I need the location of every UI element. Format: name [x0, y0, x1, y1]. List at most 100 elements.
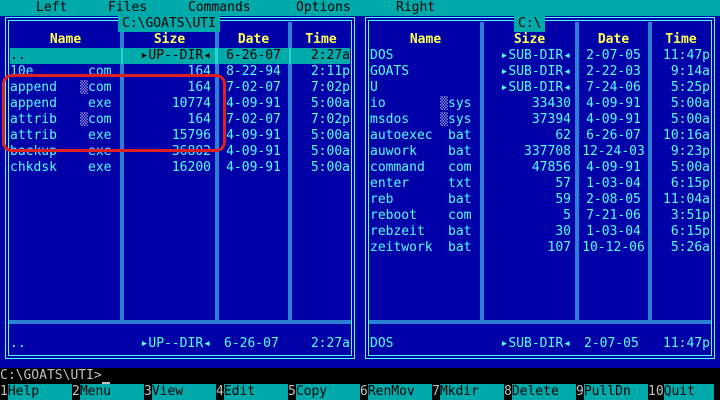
- left-panel[interactable]: C:\GOATS\UTI Name Size Date Time .. ▸UP--…: [4, 16, 356, 360]
- file-ext: exe: [88, 160, 112, 175]
- file-size: 337708: [524, 144, 571, 159]
- status-time: 2:27a: [310, 336, 350, 351]
- menu-commands[interactable]: Commands: [188, 0, 251, 16]
- file-time: 5:00a: [670, 112, 710, 127]
- col-header-time[interactable]: Time: [651, 32, 711, 48]
- marker-icon: ▒: [80, 80, 88, 95]
- file-name: GOATS: [370, 64, 410, 79]
- fkey-label: View: [151, 384, 216, 400]
- fkey-number: 7: [432, 384, 440, 399]
- file-ext: txt: [448, 176, 472, 191]
- menu-right[interactable]: Right: [396, 0, 435, 16]
- left-panel-title: C:\GOATS\UTI: [118, 16, 220, 32]
- file-ext: com: [448, 208, 472, 223]
- right-panel[interactable]: C:\ Name Size Date Time DOS ▸SUB-DIR◂ 2-07…: [364, 16, 716, 360]
- file-date: 7-02-07: [226, 80, 281, 95]
- fkey-number: 4: [216, 384, 224, 399]
- file-size: 5: [563, 208, 571, 223]
- menu-options[interactable]: Options: [296, 0, 351, 16]
- file-size: 30: [555, 224, 571, 239]
- col-header-date[interactable]: Date: [218, 32, 289, 48]
- marker-icon: ▒: [80, 112, 88, 127]
- col-header-name[interactable]: Name: [370, 32, 481, 48]
- file-size: 164: [187, 112, 211, 127]
- col-header-size[interactable]: Size: [123, 32, 216, 48]
- fkey-view[interactable]: 3View: [144, 384, 216, 400]
- col-header-name[interactable]: Name: [10, 32, 121, 48]
- file-ext: exe: [88, 96, 112, 111]
- file-ext: exe: [88, 144, 112, 159]
- file-date: 7-24-06: [586, 80, 641, 95]
- file-time: 9:23p: [670, 144, 710, 159]
- status-name: DOS: [370, 336, 394, 351]
- fkey-label: PullDn: [583, 384, 648, 400]
- file-size: 62: [555, 128, 571, 143]
- marker-icon: ▒: [440, 96, 448, 111]
- fkey-copy[interactable]: 5Copy: [288, 384, 360, 400]
- file-size: ▸SUB-DIR◂: [500, 48, 571, 63]
- fkey-mkdir[interactable]: 7Mkdir: [432, 384, 504, 400]
- file-time: 5:00a: [310, 96, 350, 111]
- file-size: 16200: [171, 160, 211, 175]
- fkey-delete[interactable]: 8Delete: [504, 384, 576, 400]
- status-size: ▸UP--DIR◂: [140, 336, 211, 351]
- fkey-menu[interactable]: 2Menu: [72, 384, 144, 400]
- file-date: 1-03-04: [586, 224, 641, 239]
- file-name: U: [370, 80, 378, 95]
- file-date: 7-21-06: [586, 208, 641, 223]
- fkey-help[interactable]: 1Help: [0, 384, 72, 400]
- file-name: zeitwork: [370, 240, 433, 255]
- right-panel-title: C:\: [514, 16, 546, 32]
- file-ext: bat: [448, 240, 472, 255]
- fkey-quit[interactable]: 10Quit: [648, 384, 714, 400]
- fkey-edit[interactable]: 4Edit: [216, 384, 288, 400]
- fkey-label: Quit: [663, 384, 714, 400]
- file-size: 47856: [531, 160, 571, 175]
- file-time: 2:27a: [291, 48, 350, 64]
- fkey-number: 6: [360, 384, 368, 399]
- fkey-label: Delete: [511, 384, 576, 400]
- file-ext: com: [448, 160, 472, 175]
- file-name: ..: [10, 48, 88, 64]
- file-time: 11:47p: [663, 48, 710, 63]
- file-date: 4-09-91: [586, 96, 641, 111]
- file-date: 4-09-91: [586, 160, 641, 175]
- function-key-bar: 1Help 2Menu 3View 4Edit 5Copy 6RenMov 7Mkdir 8D…: [0, 384, 720, 400]
- file-name: rebzeit: [370, 224, 425, 239]
- file-time: 7:02p: [310, 80, 350, 95]
- file-time: 5:00a: [670, 160, 710, 175]
- file-size: ▸SUB-DIR◂: [500, 64, 571, 79]
- file-date: 1-03-04: [586, 176, 641, 191]
- file-time: 7:02p: [310, 112, 350, 127]
- fkey-label: Copy: [295, 384, 360, 400]
- file-size: 164: [187, 80, 211, 95]
- command-prompt: C:\GOATS\UTI>: [0, 368, 102, 383]
- file-name: attrib: [10, 128, 57, 143]
- fkey-number: 5: [288, 384, 296, 399]
- file-ext: bat: [448, 144, 472, 159]
- file-name: enter: [370, 176, 410, 191]
- fkey-pulldn[interactable]: 9PullDn: [576, 384, 648, 400]
- status-name: ..: [10, 336, 26, 351]
- menu-files[interactable]: Files: [108, 0, 147, 16]
- col-header-time[interactable]: Time: [291, 32, 351, 48]
- file-size: 164: [187, 64, 211, 79]
- file-time: 3:51p: [670, 208, 710, 223]
- col-header-date[interactable]: Date: [578, 32, 649, 48]
- col-header-size[interactable]: Size: [483, 32, 576, 48]
- file-ext: sys: [448, 112, 472, 127]
- file-date: 4-09-91: [226, 160, 281, 175]
- file-date: 6-26-07: [586, 128, 641, 143]
- fkey-number: 8: [504, 384, 512, 399]
- command-line[interactable]: C:\GOATS\UTI>: [0, 368, 720, 384]
- file-time: 2:11p: [310, 64, 350, 79]
- file-time: 5:26a: [670, 240, 710, 255]
- file-size: 33430: [531, 96, 571, 111]
- fkey-renmov[interactable]: 6RenMov: [360, 384, 432, 400]
- file-time: 5:00a: [310, 128, 350, 143]
- file-ext: bat: [448, 224, 472, 239]
- file-ext: bat: [448, 128, 472, 143]
- menu-left[interactable]: Left: [36, 0, 67, 16]
- file-size: ▸UP--DIR◂: [123, 48, 211, 64]
- file-name: backup: [10, 144, 57, 159]
